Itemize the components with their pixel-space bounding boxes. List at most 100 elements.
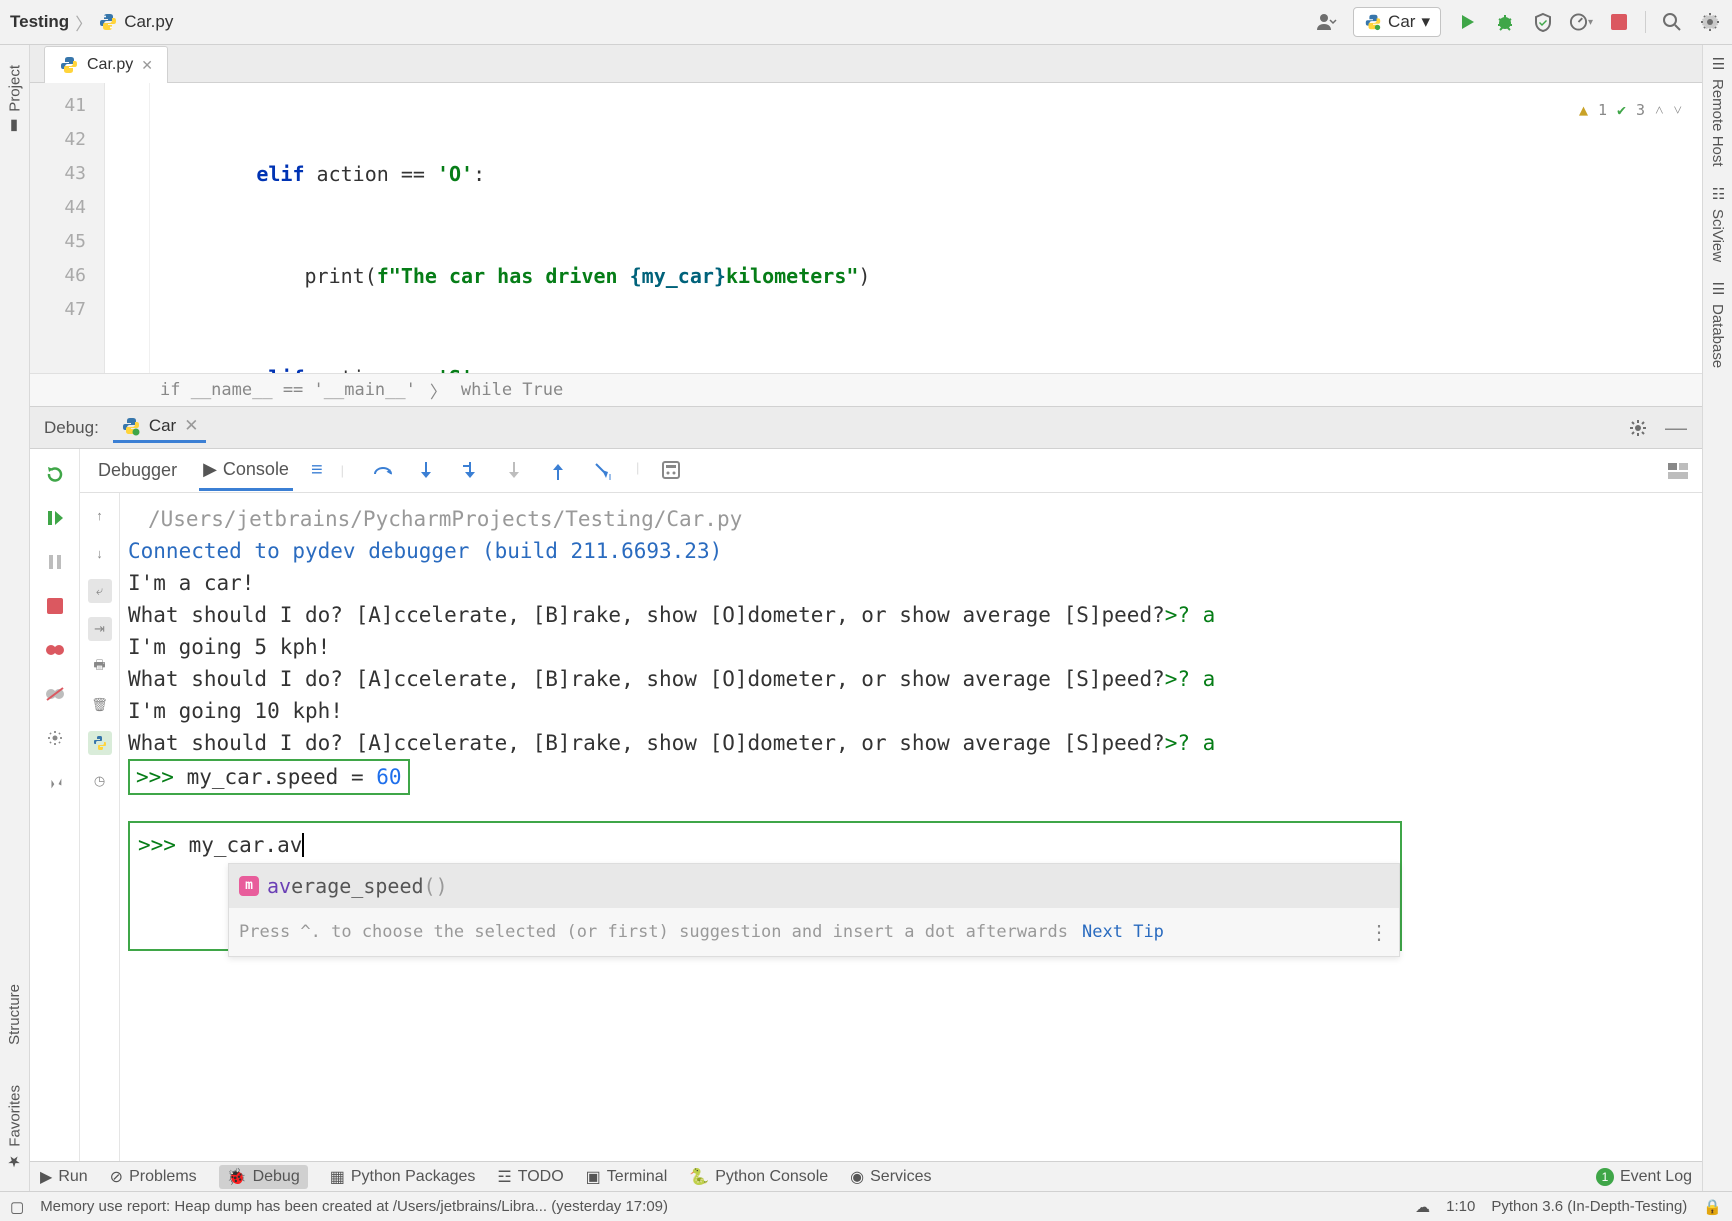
debugger-tab[interactable]: Debugger: [94, 452, 181, 489]
chevron-right-icon: 〉: [430, 378, 447, 403]
step-into-my-code-icon[interactable]: [460, 460, 482, 482]
code-area[interactable]: elif action == 'O': print(f"The car has …: [150, 83, 1702, 373]
debug-toolwindow-button[interactable]: 🐞Debug: [219, 1165, 308, 1189]
layout-settings-icon[interactable]: [1668, 463, 1688, 479]
run-config-name: Car: [1388, 12, 1415, 32]
todo-toolwindow-button[interactable]: ☲TODO: [497, 1167, 563, 1187]
lock-icon[interactable]: 🔒: [1703, 1198, 1722, 1216]
debug-more-settings-icon[interactable]: [42, 725, 68, 751]
pin-icon[interactable]: [42, 769, 68, 795]
python-prompt-icon[interactable]: [88, 731, 112, 755]
evaluate-icon[interactable]: [661, 460, 683, 482]
scroll-down-icon[interactable]: ↓: [88, 541, 112, 565]
top-actions: Car ▾ ▾: [1315, 7, 1722, 37]
run-config-selector[interactable]: Car ▾: [1353, 7, 1441, 37]
chevron-right-icon: 〉: [75, 10, 92, 35]
clear-icon[interactable]: 🗑: [88, 693, 112, 717]
debug-settings-icon[interactable]: [1626, 416, 1650, 440]
problems-icon: ⊘: [110, 1167, 123, 1187]
mute-breakpoints-icon[interactable]: [42, 681, 68, 707]
search-button[interactable]: [1660, 10, 1684, 34]
sciview-button[interactable]: ☷SciView: [1709, 185, 1727, 262]
close-icon[interactable]: ✕: [184, 416, 198, 436]
editor-tab-car[interactable]: Car.py ✕: [44, 46, 168, 83]
user-dropdown-icon[interactable]: [1315, 10, 1339, 34]
editor-breadcrumb[interactable]: if __name__ == '__main__' 〉 while True: [30, 373, 1702, 407]
output-line: I'm going 5 kph!: [128, 631, 1694, 663]
chevron-down-icon: ▾: [1421, 12, 1430, 32]
history-icon[interactable]: ◷: [88, 769, 112, 793]
python-packages-button[interactable]: ▦Python Packages: [330, 1167, 476, 1187]
stop-icon[interactable]: [42, 593, 68, 619]
stop-button[interactable]: [1607, 10, 1631, 34]
breadcrumb-project[interactable]: Testing: [10, 12, 69, 32]
output-line: I'm a car!: [128, 567, 1694, 599]
remote-host-button[interactable]: ☰Remote Host: [1709, 55, 1727, 167]
problems-toolwindow-button[interactable]: ⊘Problems: [110, 1167, 197, 1187]
completion-item[interactable]: m average_speed(): [229, 864, 1399, 908]
crumb-while[interactable]: while True: [461, 380, 563, 400]
hide-panel-icon[interactable]: —: [1664, 416, 1688, 440]
background-tasks-icon[interactable]: ☁: [1415, 1198, 1430, 1216]
scroll-up-icon[interactable]: ↑: [88, 503, 112, 527]
run-button[interactable]: [1455, 10, 1479, 34]
bug-icon: 🐞: [227, 1167, 247, 1187]
python-icon: 🐍: [689, 1167, 709, 1187]
tab-label: Car.py: [87, 56, 133, 74]
print-icon[interactable]: 🖶: [88, 655, 112, 679]
terminal-toolwindow-button[interactable]: ▣Terminal: [586, 1167, 668, 1187]
line-number: 47: [30, 293, 104, 327]
debug-session-tab[interactable]: Car ✕: [113, 412, 207, 443]
scroll-to-end-icon[interactable]: ⇥: [88, 617, 112, 641]
view-breakpoints-icon[interactable]: [42, 637, 68, 663]
chevron-up-icon[interactable]: ˄: [1655, 93, 1663, 127]
resume-icon[interactable]: [42, 505, 68, 531]
rerun-icon[interactable]: [42, 461, 68, 487]
warning-icon: ▲: [1579, 93, 1588, 127]
event-log-button[interactable]: 1Event Log: [1596, 1168, 1692, 1186]
next-tip-link[interactable]: Next Tip: [1082, 916, 1164, 948]
line-number: 46: [30, 259, 104, 293]
output-line: What should I do? [A]ccelerate, [B]rake,…: [128, 599, 1694, 631]
breadcrumb[interactable]: Testing 〉 Car.py: [10, 10, 173, 35]
settings-button[interactable]: [1698, 10, 1722, 34]
run-toolwindow-button[interactable]: ▶Run: [40, 1167, 88, 1187]
code-editor[interactable]: 41 42 43 44 45 46 47 elif action == 'O':…: [30, 83, 1702, 373]
crumb-if[interactable]: if __name__ == '__main__': [160, 380, 416, 400]
soft-wrap-icon[interactable]: ⤶: [88, 579, 112, 603]
run-to-cursor-icon[interactable]: [592, 460, 614, 482]
debug-button[interactable]: [1493, 10, 1517, 34]
breadcrumb-file[interactable]: Car.py: [124, 12, 173, 32]
python-interpreter[interactable]: Python 3.6 (In-Depth-Testing): [1491, 1198, 1687, 1215]
console-tab[interactable]: ▶Console: [199, 451, 293, 491]
close-icon[interactable]: ✕: [141, 57, 153, 74]
inspection-widget[interactable]: ▲1 ✔3 ˄ ˅: [1579, 93, 1682, 127]
structure-toolwindow-button[interactable]: Structure: [6, 974, 23, 1055]
console-input[interactable]: >>> my_car.av m average_speed() Press ^.…: [128, 821, 1402, 951]
pause-icon[interactable]: [42, 549, 68, 575]
fold-column[interactable]: [105, 83, 150, 373]
step-over-icon[interactable]: [372, 460, 394, 482]
chevron-down-icon[interactable]: ˅: [1674, 93, 1682, 127]
coverage-button[interactable]: [1531, 10, 1555, 34]
status-menu-icon[interactable]: ▢: [10, 1198, 24, 1216]
project-toolwindow-button[interactable]: ▮Project: [6, 55, 24, 146]
step-into-icon[interactable]: [416, 460, 438, 482]
profile-button[interactable]: ▾: [1569, 10, 1593, 34]
remote-icon: ☰: [1709, 55, 1727, 73]
threads-icon[interactable]: ≡: [311, 459, 323, 482]
completion-popup[interactable]: m average_speed() Press ^. to choose the…: [228, 863, 1400, 957]
notification-badge: 1: [1596, 1168, 1614, 1186]
left-rail: ▮Project Structure ★Favorites: [0, 45, 30, 1191]
force-step-into-icon[interactable]: [504, 460, 526, 482]
top-toolbar: Testing 〉 Car.py Car ▾ ▾: [0, 0, 1732, 45]
caret-position[interactable]: 1:10: [1446, 1198, 1475, 1215]
step-out-icon[interactable]: [548, 460, 570, 482]
more-icon[interactable]: ⋮: [1369, 916, 1389, 948]
output-line: I'm going 10 kph!: [128, 695, 1694, 727]
services-toolwindow-button[interactable]: ◉Services: [850, 1167, 931, 1187]
database-button[interactable]: ☰Database: [1709, 280, 1727, 368]
favorites-toolwindow-button[interactable]: ★Favorites: [6, 1075, 24, 1181]
console-text[interactable]: /Users/jetbrains/PycharmProjects/Testing…: [120, 493, 1702, 1161]
python-console-button[interactable]: 🐍Python Console: [689, 1167, 828, 1187]
